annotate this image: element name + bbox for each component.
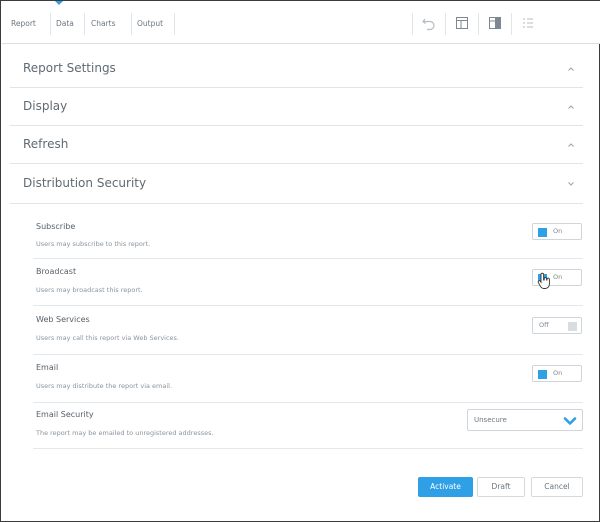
tab-report[interactable]: Report <box>11 18 36 30</box>
setting-row-broadcast: Broadcast Users may broadcast this repor… <box>33 267 583 306</box>
tab-output[interactable]: Output <box>137 18 163 30</box>
tool-divider <box>445 13 446 35</box>
toggle-state: Off <box>539 321 549 329</box>
draft-button[interactable]: Draft <box>477 477 525 497</box>
setting-description: Users may broadcast this report. <box>36 286 143 294</box>
tab-divider <box>84 13 85 35</box>
toggle-knob <box>538 370 547 379</box>
tool-divider <box>412 13 413 35</box>
toggle-state: On <box>553 273 563 281</box>
tool-divider <box>511 13 512 35</box>
setting-label: Broadcast <box>36 267 77 276</box>
setting-label: Email <box>36 363 59 372</box>
email-toggle[interactable]: On <box>532 365 582 382</box>
section-title: Distribution Security <box>23 176 147 190</box>
tab-charts[interactable]: Charts <box>91 18 116 30</box>
setting-label: Web Services <box>36 315 90 324</box>
toggle-state: On <box>553 369 563 377</box>
cancel-button[interactable]: Cancel <box>531 477 583 497</box>
tab-divider <box>50 13 51 35</box>
app-window: Report Data Charts Output Report Setting… <box>0 0 600 522</box>
section-refresh[interactable]: Refresh <box>10 126 583 164</box>
chevron-down-icon <box>563 417 577 425</box>
toggle-knob <box>538 228 547 237</box>
active-tab-indicator <box>55 1 63 5</box>
setting-row-email: Email Users may distribute the report vi… <box>33 363 583 403</box>
toggle-state: On <box>553 227 563 235</box>
setting-row-subscribe: Subscribe Users may subscribe to this re… <box>33 222 583 259</box>
activate-button[interactable]: Activate <box>418 477 473 497</box>
tab-divider <box>131 13 132 35</box>
toggle-knob <box>568 322 577 331</box>
section-title: Display <box>23 99 68 113</box>
select-value: Unsecure <box>474 416 507 424</box>
subscribe-toggle[interactable]: On <box>532 223 582 240</box>
layout-icon[interactable] <box>453 15 471 31</box>
section-distribution-security[interactable]: Distribution Security <box>10 164 583 204</box>
tab-divider <box>174 13 175 35</box>
hand-cursor-icon <box>537 272 550 289</box>
chevron-down-icon <box>568 182 574 186</box>
setting-description: Users may distribute the report via emai… <box>36 382 173 390</box>
section-title: Report Settings <box>23 61 116 75</box>
setting-row-web-services: Web Services Users may call this report … <box>33 315 583 355</box>
setting-description: The report may be emailed to unregistere… <box>36 429 214 437</box>
panel-icon[interactable] <box>486 15 504 31</box>
toolbar: Report Data Charts Output <box>2 1 600 44</box>
web-services-toggle[interactable]: Off <box>532 317 582 334</box>
setting-label: Email Security <box>36 410 94 419</box>
undo-icon[interactable] <box>420 15 438 31</box>
chevron-up-icon <box>568 105 574 109</box>
setting-description: Users may call this report via Web Servi… <box>36 334 179 342</box>
section-report-settings[interactable]: Report Settings <box>10 50 583 88</box>
setting-row-email-security: Email Security The report may be emailed… <box>33 409 583 449</box>
chevron-up-icon <box>568 143 574 147</box>
section-title: Refresh <box>23 137 69 151</box>
setting-description: Users may subscribe to this report. <box>36 240 151 248</box>
section-display[interactable]: Display <box>10 88 583 126</box>
setting-label: Subscribe <box>36 222 76 231</box>
tab-data[interactable]: Data <box>56 18 74 30</box>
chevron-up-icon <box>568 67 574 71</box>
email-security-select[interactable]: Unsecure <box>467 409 583 431</box>
tool-divider <box>478 13 479 35</box>
list-icon[interactable] <box>519 15 537 31</box>
